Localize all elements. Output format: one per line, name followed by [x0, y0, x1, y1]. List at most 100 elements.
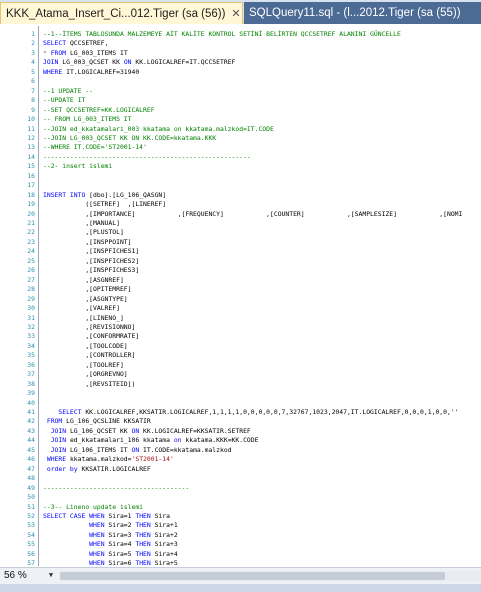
code-token: --1--İTEMS TABLOSUNDA MALZEMEYE AİT KALİ…	[43, 30, 401, 38]
code-line[interactable]: 47 order by KKSATIR.LOGICALREF	[0, 465, 481, 474]
code-line[interactable]: 55 WHEN Sira=4 THEN Sira+3	[0, 540, 481, 549]
code-line[interactable]: 22 ,[PLUSTOL]	[0, 228, 481, 237]
code-line[interactable]: 21 ,[MANUAL]	[0, 219, 481, 228]
code-line[interactable]: 51 --3-- Lineno update islemi	[0, 503, 481, 512]
code-text: ,[PLUSTOL]	[43, 228, 124, 237]
code-line[interactable]: 11 --JOIN ed_kkatamalari_003 kkatama on k…	[0, 125, 481, 134]
code-token: LG_106_QCSLINE KKSATIR	[66, 417, 151, 426]
code-text: --UPDATE IT	[43, 96, 85, 105]
code-token: JOIN	[43, 436, 70, 445]
code-line[interactable]: 36 ,[TOOLREF]	[0, 361, 481, 370]
code-line[interactable]: 56 WHEN Sira=5 THEN Sira+4	[0, 550, 481, 559]
close-icon[interactable]: ✕	[230, 3, 242, 24]
code-line[interactable]: 34 ,[TOOLCODE]	[0, 342, 481, 351]
code-line[interactable]: 4 JOIN LG_003_QCSET KK ON KK.LOGICALREF=I…	[0, 58, 481, 67]
tab-sqlquery11[interactable]: SQLQuery11.sql - (l...2012.Tiger (sa (55…	[244, 2, 481, 24]
code-line[interactable]: 15 --2- insert islemi	[0, 162, 481, 171]
code-line[interactable]: 3 * FROM LG_003_ITEMS IT	[0, 49, 481, 58]
code-line[interactable]: 53 WHEN Sira=2 THEN Sira+1	[0, 521, 481, 530]
code-token: Sira=5	[108, 549, 136, 558]
code-line[interactable]: 12 --JOIN LG_003_QCSET KK ON KK.CODE=kkat…	[0, 134, 481, 143]
code-token: THEN	[135, 540, 155, 549]
code-line[interactable]: 57 WHEN Sira=6 THEN Sira+5	[0, 559, 481, 566]
code-line[interactable]: 30 ,[VALREF]	[0, 304, 481, 313]
zoom-level-dropdown[interactable]: 56 %	[2, 569, 44, 582]
horizontal-scrollbar[interactable]	[60, 571, 481, 581]
code-line[interactable]: 31 ,[LINENO_]	[0, 314, 481, 323]
code-line[interactable]: 32 ,[REVISIONNO]	[0, 323, 481, 332]
code-line[interactable]: 42 FROM LG_106_QCSLINE KKSATIR	[0, 417, 481, 426]
code-line[interactable]: 44 JOIN ed_kkatamalari_106 kkatama on kk…	[0, 436, 481, 445]
code-line[interactable]: 18 INSERT INTO [dbo].[LG_106_QASGN]	[0, 191, 481, 200]
code-token: IT.LOGICALREF=31940	[66, 67, 140, 76]
code-line[interactable]: 8 --UPDATE IT	[0, 96, 481, 105]
code-line[interactable]: 45 JOIN LG_106_ITEMS IT ON IT.CODE=kkata…	[0, 446, 481, 455]
code-line[interactable]: 23 ,[INSPPOINT]	[0, 238, 481, 247]
line-number: 39	[27, 389, 35, 398]
code-token: LG_106_QCSET KK	[69, 426, 132, 435]
code-line[interactable]: 25 ,[INSPFICHES2]	[0, 257, 481, 266]
line-number: 10	[27, 115, 35, 124]
code-line[interactable]: 38 ,[REVSITEID])	[0, 380, 481, 389]
code-line[interactable]: 41 SELECT KK.LOGICALREF,KKSATIR.LOGICALR…	[0, 408, 481, 417]
code-line[interactable]: 50	[0, 493, 481, 502]
code-token: WHEN	[43, 521, 109, 530]
tab-label: KKK_Atama_Insert_Ci...012.Tiger (sa (56)…	[6, 8, 226, 20]
code-line[interactable]: 39	[0, 389, 481, 398]
code-token: WHEN	[43, 540, 109, 549]
code-line[interactable]: 9 --SET QCCSETREF=KK.LOGICALREF	[0, 106, 481, 115]
code-line[interactable]: 20 ,[IMPORTANCE] ,[FREQUENCY] ,[COUNTER]…	[0, 210, 481, 219]
code-line[interactable]: 5 WHERE IT.LOGICALREF=31940	[0, 68, 481, 77]
code-line[interactable]: 54 WHEN Sira=3 THEN Sira+2	[0, 531, 481, 540]
line-number: 24	[27, 247, 35, 256]
code-line[interactable]: 48	[0, 474, 481, 483]
code-line[interactable]: 35 ,[CONTROLLER]	[0, 351, 481, 360]
code-line[interactable]: 2 SELECT QCCSETREF,	[0, 39, 481, 48]
code-line[interactable]: 10 -- FROM LG_003_ITEMS IT	[0, 115, 481, 124]
code-token: INSERT INTO	[43, 190, 90, 199]
code-line[interactable]: 46 WHERE kkatama.malzkod='ST2001-14'	[0, 455, 481, 464]
code-line[interactable]: 16	[0, 172, 481, 181]
code-line[interactable]: 13 --WHERE IT.CODE='ST2001-14'	[0, 143, 481, 152]
line-number: 11	[27, 124, 35, 133]
code-line[interactable]: 7 --1 UPDATE --	[0, 87, 481, 96]
code-line[interactable]: 24 ,[INSPFICHES1]	[0, 247, 481, 256]
code-line[interactable]: 37 ,[ORGREVNO]	[0, 370, 481, 379]
code-line[interactable]: 52 SELECT CASE WHEN Sira=1 THEN Sira	[0, 512, 481, 521]
code-line[interactable]: 14 --------------------------------------…	[0, 153, 481, 162]
code-line[interactable]: 33 ,[CONFORMRATE]	[0, 332, 481, 341]
code-text: ,[TOOLREF]	[43, 361, 124, 370]
chevron-down-icon[interactable]: ▼	[46, 569, 56, 582]
code-line[interactable]: 27 ,[ASGNREF]	[0, 276, 481, 285]
line-number: 22	[27, 228, 35, 237]
line-number: 28	[27, 285, 35, 294]
code-token: THEN	[135, 521, 155, 530]
code-line[interactable]: 26 ,[INSPFICHES3]	[0, 266, 481, 275]
code-line[interactable]: 43 JOIN LG_106_QCSET KK ON KK.LOGICALREF…	[0, 427, 481, 436]
scrollbar-thumb[interactable]	[60, 572, 445, 580]
editor-status-bar: 56 % ▼	[0, 567, 481, 584]
line-number: 1	[31, 30, 35, 38]
code-line[interactable]: 6	[0, 77, 481, 86]
code-text: WHERE kkatama.malzkod='ST2001-14'	[43, 455, 174, 464]
code-token: --2- insert islemi	[43, 162, 113, 171]
line-number: 49	[27, 483, 35, 492]
code-token: Sira=6	[108, 559, 136, 566]
code-line[interactable]: 19 ([SETREF] ,[LINEREF]	[0, 200, 481, 209]
code-token: ,[PLUSTOL]	[43, 228, 124, 237]
code-token: JOIN	[43, 426, 70, 435]
line-number: 31	[27, 313, 35, 322]
line-number: 32	[27, 322, 35, 331]
code-line[interactable]: 49 --------------------------------------	[0, 484, 481, 493]
tab-kkk-atama-insert[interactable]: KKK_Atama_Insert_Ci...012.Tiger (sa (56)…	[0, 2, 243, 24]
code-line[interactable]: 29 ,[ASGNTYPE]	[0, 295, 481, 304]
code-token: QCCSETREF,	[69, 39, 109, 48]
code-line[interactable]: 28 ,[OPITEMREF]	[0, 285, 481, 294]
code-line[interactable]: 40	[0, 399, 481, 408]
sql-editor[interactable]: 1 --1--İTEMS TABLOSUNDA MALZEMEYE AİT KAL…	[0, 26, 481, 566]
code-text: JOIN LG_106_QCSET KK ON KK.LOGICALREF=KK…	[43, 427, 251, 436]
code-token: WHEN	[43, 549, 109, 558]
code-line[interactable]: 1 --1--İTEMS TABLOSUNDA MALZEMEYE AİT KAL…	[0, 30, 481, 39]
code-line[interactable]: 17	[0, 181, 481, 190]
line-number: 15	[27, 162, 35, 171]
